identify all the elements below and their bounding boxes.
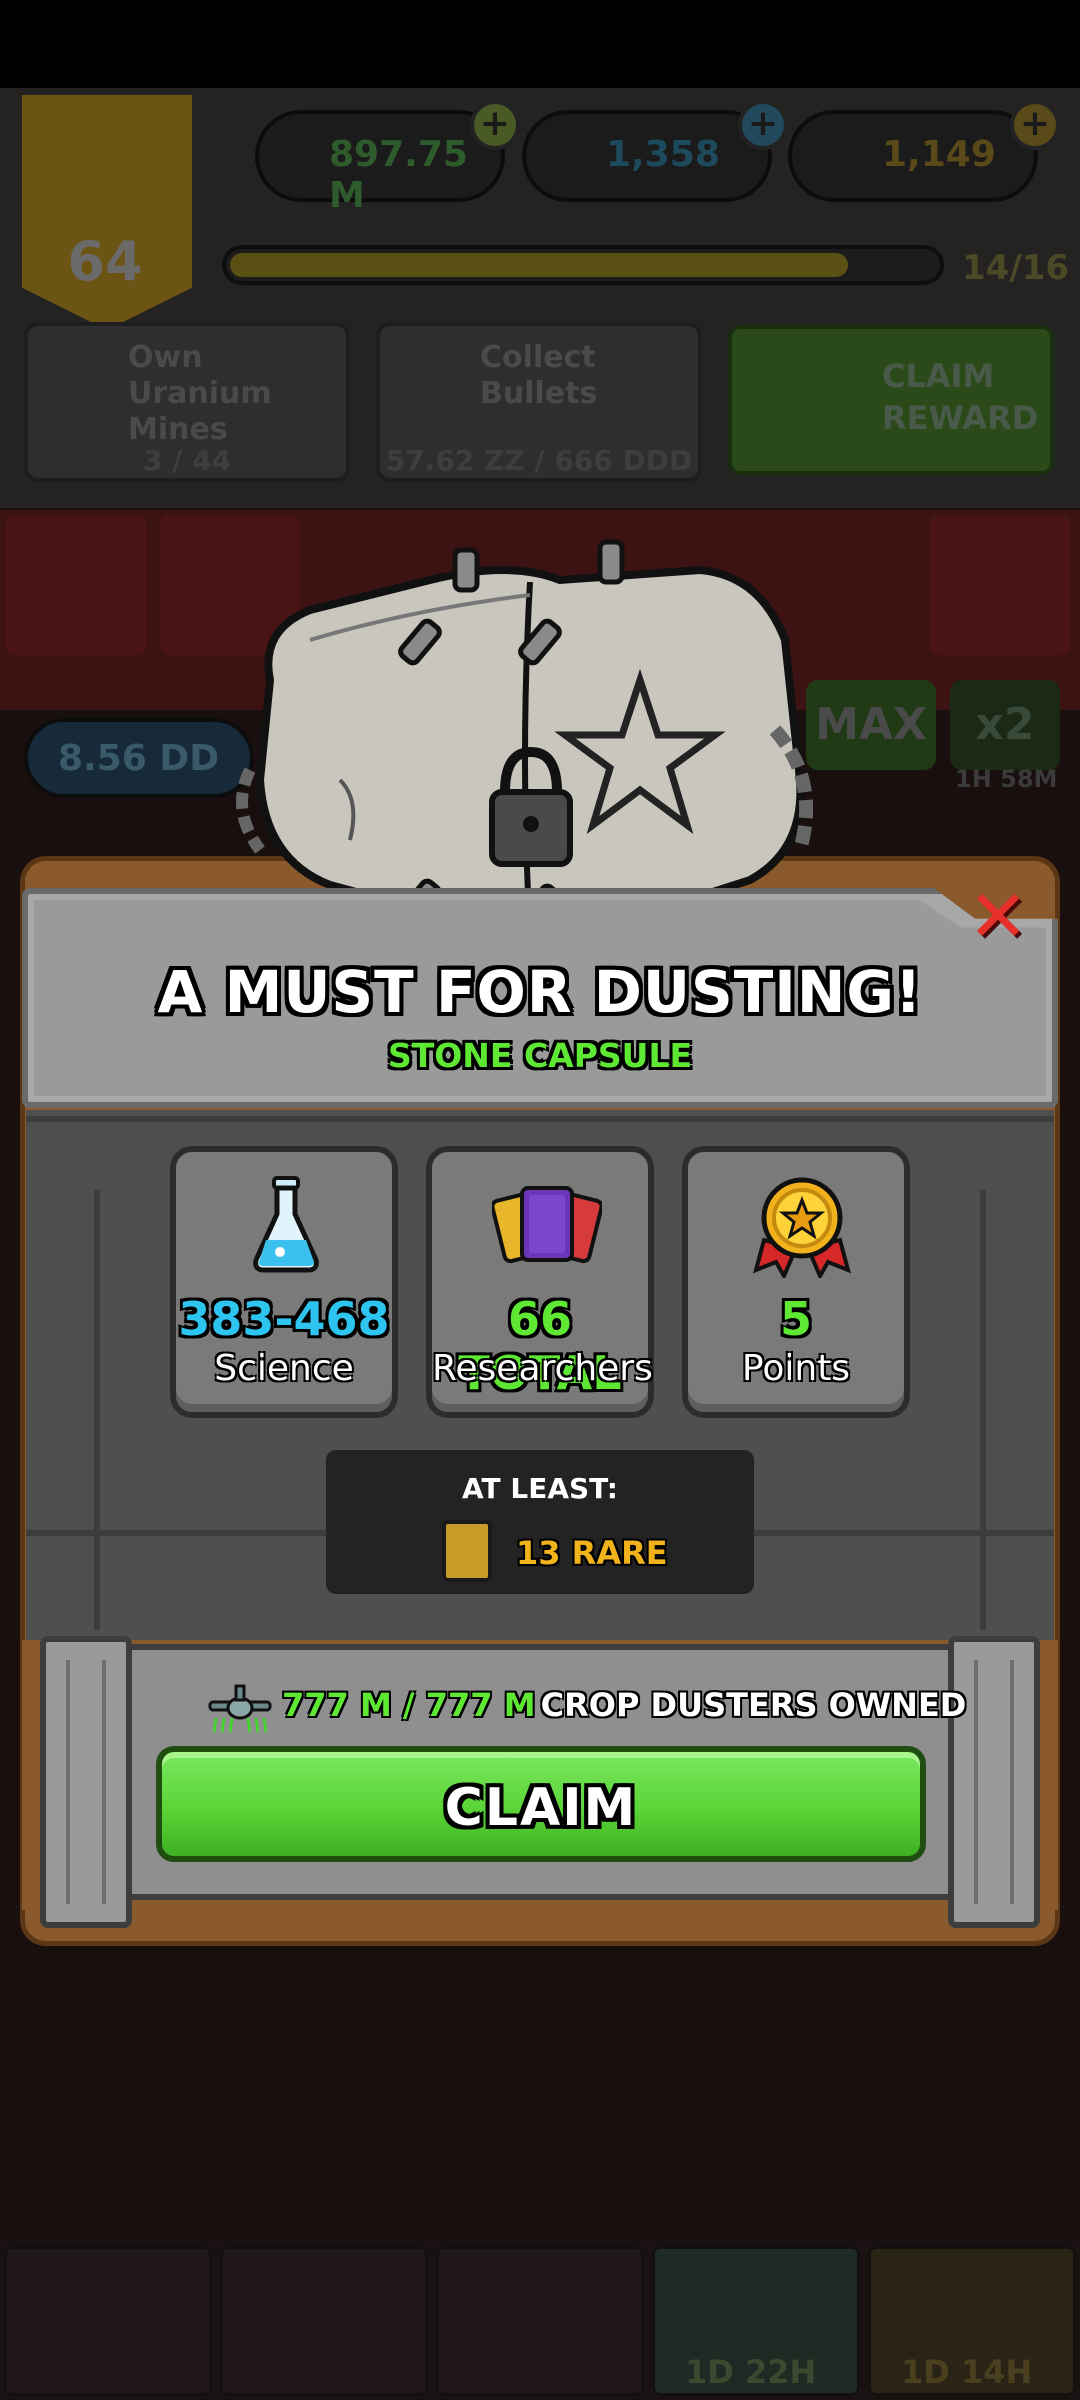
gold-counter: 1,149 <box>788 110 1038 202</box>
status-bar <box>0 0 1080 88</box>
quest-progress: 3 / 44 <box>142 444 232 477</box>
panel-seam <box>980 1190 986 1630</box>
science-counter: 1,358 <box>522 110 772 202</box>
claim-reward-label: CLAIM REWARD <box>882 357 1039 437</box>
guaranteed-rarity-box: AT LEAST: 13 RARE <box>326 1450 754 1594</box>
business-tile[interactable] <box>930 515 1070 655</box>
crop-dusters-owned-count: 777 M / 777 M <box>282 1686 536 1724</box>
add-cash-button[interactable]: + <box>470 100 520 150</box>
claim-button-label: CLAIM <box>444 1778 638 1838</box>
nav-timer: 1D 14H <box>901 2353 1033 2391</box>
xp-bar <box>222 245 944 285</box>
flask-icon <box>253 1176 319 1273</box>
ownership-requirement: 777 M / 777 M CROP DUSTERS OWNED <box>200 1684 966 1734</box>
xp-bar-fill <box>230 253 848 277</box>
panel-seam <box>26 1116 1054 1122</box>
footer-pillar <box>948 1636 1040 1928</box>
panel-seam <box>94 1190 100 1630</box>
claim-reward-button[interactable]: CLAIM REWARD <box>728 325 1054 475</box>
researchers-reward-card: 66 TOTAL Researchers <box>426 1146 654 1418</box>
science-reward-card: 383-468 Science <box>170 1146 398 1418</box>
cash-counter: 897.75 M <box>255 110 505 216</box>
crop-duster-icon <box>208 1684 272 1733</box>
cash-value: 897.75 M <box>329 134 468 216</box>
nav-timer: 1D 22H <box>685 2353 817 2391</box>
nav-freeze-tab[interactable]: 1D 22H <box>652 2246 860 2396</box>
rare-count: 13 RARE <box>516 1534 668 1572</box>
modal-title: A MUST FOR DUSTING! <box>157 958 923 1026</box>
science-reward-label: Science <box>214 1348 354 1389</box>
rare-card-icon <box>442 1520 492 1582</box>
close-button[interactable]: ✕ <box>962 880 1034 952</box>
quest-progress: 57.62 ZZ / 666 DDD <box>385 444 693 477</box>
player-level: 64 <box>67 230 143 293</box>
xp-progress: 14/16 <box>962 248 1070 288</box>
stone-capsule-icon <box>236 539 814 936</box>
points-reward-label: Points <box>741 1348 851 1389</box>
quest-card[interactable]: Collect Bullets 57.62 ZZ / 666 DDD <box>376 322 702 482</box>
cards-icon <box>492 1186 602 1264</box>
science-value: 1,358 <box>606 134 720 175</box>
claim-button[interactable]: CLAIM <box>156 1746 926 1862</box>
nav-folder-tab[interactable] <box>436 2246 644 2396</box>
quest-title: Own Uranium Mines <box>128 340 272 447</box>
nav-cards-tab[interactable] <box>220 2246 428 2396</box>
points-reward-value: 5 <box>779 1292 812 1346</box>
quest-title: Collect Bullets <box>480 340 598 411</box>
business-tile[interactable] <box>6 515 146 655</box>
researchers-reward-label: Researchers <box>432 1348 653 1389</box>
gold-value: 1,149 <box>882 134 996 175</box>
nav-chest-tab[interactable]: 1D 14H <box>868 2246 1076 2396</box>
boost-button[interactable]: x2 <box>950 680 1060 770</box>
points-reward-card: 5 Points <box>682 1146 910 1418</box>
boost-timer: 1H 58M <box>955 765 1058 793</box>
at-least-label: AT LEAST: <box>462 1472 618 1505</box>
amount-pill: 8.56 DD <box>24 718 254 798</box>
add-science-button[interactable]: + <box>738 100 788 150</box>
amount-value: 8.56 DD <box>58 738 220 779</box>
medal-icon <box>753 1177 851 1278</box>
crop-dusters-owned-label: CROP DUSTERS OWNED <box>540 1686 967 1724</box>
science-reward-value: 383-468 <box>178 1292 390 1346</box>
capsule-name: STONE CAPSULE <box>387 1036 693 1075</box>
quest-card[interactable]: Own Uranium Mines 3 / 44 <box>24 322 350 482</box>
footer-pillar <box>40 1636 132 1928</box>
nav-flag-tab[interactable] <box>4 2246 212 2396</box>
level-banner <box>22 95 192 330</box>
add-gold-button[interactable]: + <box>1010 100 1060 150</box>
ownership-text: 777 M / 777 M CROP DUSTERS OWNED <box>282 1686 966 1724</box>
